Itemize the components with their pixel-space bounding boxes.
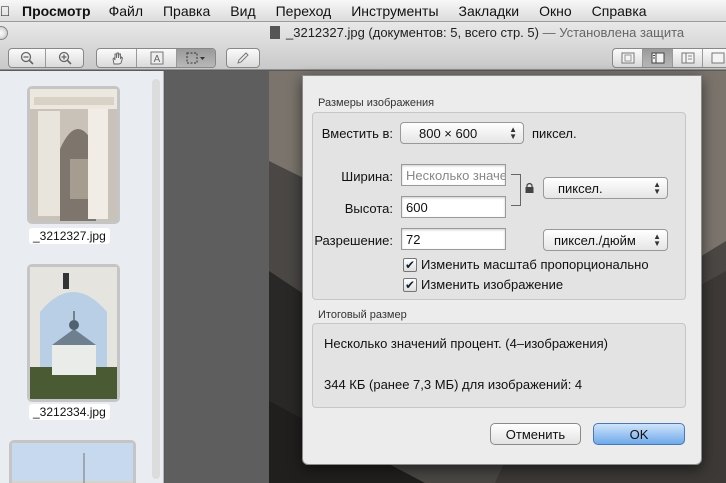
menu-tools[interactable]: Инструменты xyxy=(351,3,438,19)
fit-popup[interactable]: 800 × 600 ▲ ▼ xyxy=(400,122,524,144)
image-size-section-title: Размеры изображения xyxy=(318,97,435,109)
resolution-unit-popup[interactable]: пиксел./дюйм ▲ ▼ xyxy=(543,229,668,251)
scale-proportionally-checkbox[interactable]: ✔ Изменить масштаб пропорционально xyxy=(403,257,649,272)
thumbnail-1-label[interactable]: _3212327.jpg xyxy=(29,228,110,244)
lock-icon[interactable] xyxy=(525,182,534,193)
content-view-button[interactable] xyxy=(673,49,703,67)
menu-view[interactable]: Вид xyxy=(230,3,255,19)
popup-arrows-icon: ▲ ▼ xyxy=(509,125,517,141)
menu-bookmarks[interactable]: Закладки xyxy=(459,3,520,19)
sidebar-view-icon xyxy=(651,52,664,64)
fit-label: Вместить в: xyxy=(321,126,393,141)
resolution-label: Разрешение: xyxy=(314,233,393,248)
checkmark-icon: ✔ xyxy=(403,277,417,292)
width-field[interactable]: Несколько значений xyxy=(401,164,506,186)
window-title-status: — Установлена защита xyxy=(538,25,685,40)
pencil-icon xyxy=(237,52,249,64)
popup-arrows-icon: ▲ ▼ xyxy=(653,180,661,196)
menu-window[interactable]: Окно xyxy=(539,3,572,19)
hand-tool-button[interactable] xyxy=(97,49,137,67)
window-title: _3212327.jpg (документов: 5, всего стр. … xyxy=(270,25,684,40)
result-percent-text: Несколько значений процент. (4–изображен… xyxy=(324,336,609,351)
image-size-dialog: Размеры изображения Вместить в: 800 × 60… xyxy=(302,75,702,465)
thumbnail-2[interactable] xyxy=(27,264,120,402)
menu-edit[interactable]: Правка xyxy=(163,3,210,19)
rect-select-button[interactable] xyxy=(177,49,215,67)
content-view-icon xyxy=(681,52,694,64)
window-titlebar: _3212327.jpg (документов: 5, всего стр. … xyxy=(0,22,726,70)
annotate-controls xyxy=(226,48,260,68)
thumbnail-sidebar: _3212327.jpg _3212334.jpg xyxy=(0,71,164,483)
tool-controls: A xyxy=(96,48,216,68)
rect-select-icon xyxy=(186,52,205,64)
menu-file[interactable]: Файл xyxy=(109,3,143,19)
thumbnail-1-image xyxy=(30,89,117,221)
result-size-text: 344 КБ (ранее 7,3 МБ) для изображений: 4 xyxy=(324,377,583,392)
fit-unit-label: пиксел. xyxy=(532,126,577,141)
thumbnail-3-image xyxy=(12,443,133,483)
thumbnail-2-label[interactable]: _3212334.jpg xyxy=(29,404,110,420)
text-select-icon: A xyxy=(150,51,163,65)
hand-icon xyxy=(112,52,123,65)
text-select-button[interactable]: A xyxy=(137,49,177,67)
menu-go[interactable]: Переход xyxy=(276,3,332,19)
cancel-button[interactable]: Отменить xyxy=(490,423,581,445)
size-unit-popup[interactable]: пиксел. ▲ ▼ xyxy=(543,177,668,199)
height-field[interactable]: 600 xyxy=(401,196,506,218)
width-label: Ширина: xyxy=(341,169,393,184)
zoom-controls xyxy=(8,48,84,68)
scale-proportionally-label: Изменить масштаб пропорционально xyxy=(421,257,649,272)
zoom-in-icon xyxy=(58,51,72,65)
ok-button[interactable]: OK xyxy=(593,423,685,445)
menu-bar:  Просмотр Файл Правка Вид Переход Инстр… xyxy=(0,0,726,22)
svg-text:A: A xyxy=(153,54,160,65)
document-icon xyxy=(270,26,280,39)
zoom-in-button[interactable] xyxy=(46,49,83,67)
link-bracket xyxy=(511,174,521,206)
zoom-out-button[interactable] xyxy=(9,49,46,67)
resample-image-label: Изменить изображение xyxy=(421,277,564,292)
sidebar-scrollbar[interactable] xyxy=(152,79,160,479)
fit-popup-value: 800 × 600 xyxy=(419,126,478,141)
close-window-button[interactable] xyxy=(0,26,8,40)
result-section-title: Итоговый размер xyxy=(318,309,407,321)
sidebar-view-button[interactable] xyxy=(643,49,673,67)
thumbnail-1[interactable] xyxy=(27,86,120,224)
thumbnail-3[interactable] xyxy=(9,440,136,483)
resolution-field[interactable]: 72 xyxy=(401,228,506,250)
menu-app-name[interactable]: Просмотр xyxy=(22,3,91,19)
annotate-button[interactable] xyxy=(227,49,259,67)
single-view-button[interactable] xyxy=(613,49,643,67)
height-label: Высота: xyxy=(344,201,393,216)
single-view-icon xyxy=(621,52,634,64)
resample-image-checkbox[interactable]: ✔ Изменить изображение xyxy=(403,277,563,292)
apple-icon[interactable]:  xyxy=(0,0,16,22)
checkmark-icon: ✔ xyxy=(403,257,417,272)
more-view-icon xyxy=(711,52,725,64)
window-title-text: _3212327.jpg (документов: 5, всего стр. … xyxy=(286,25,539,40)
view-controls xyxy=(612,48,726,68)
size-unit-value: пиксел. xyxy=(558,181,603,196)
popup-arrows-icon: ▲ ▼ xyxy=(653,232,661,248)
more-view-button[interactable] xyxy=(703,49,726,67)
zoom-out-icon xyxy=(20,51,34,65)
thumbnail-2-image xyxy=(30,267,117,399)
menu-help[interactable]: Справка xyxy=(592,3,647,19)
resolution-unit-value: пиксел./дюйм xyxy=(554,233,636,248)
